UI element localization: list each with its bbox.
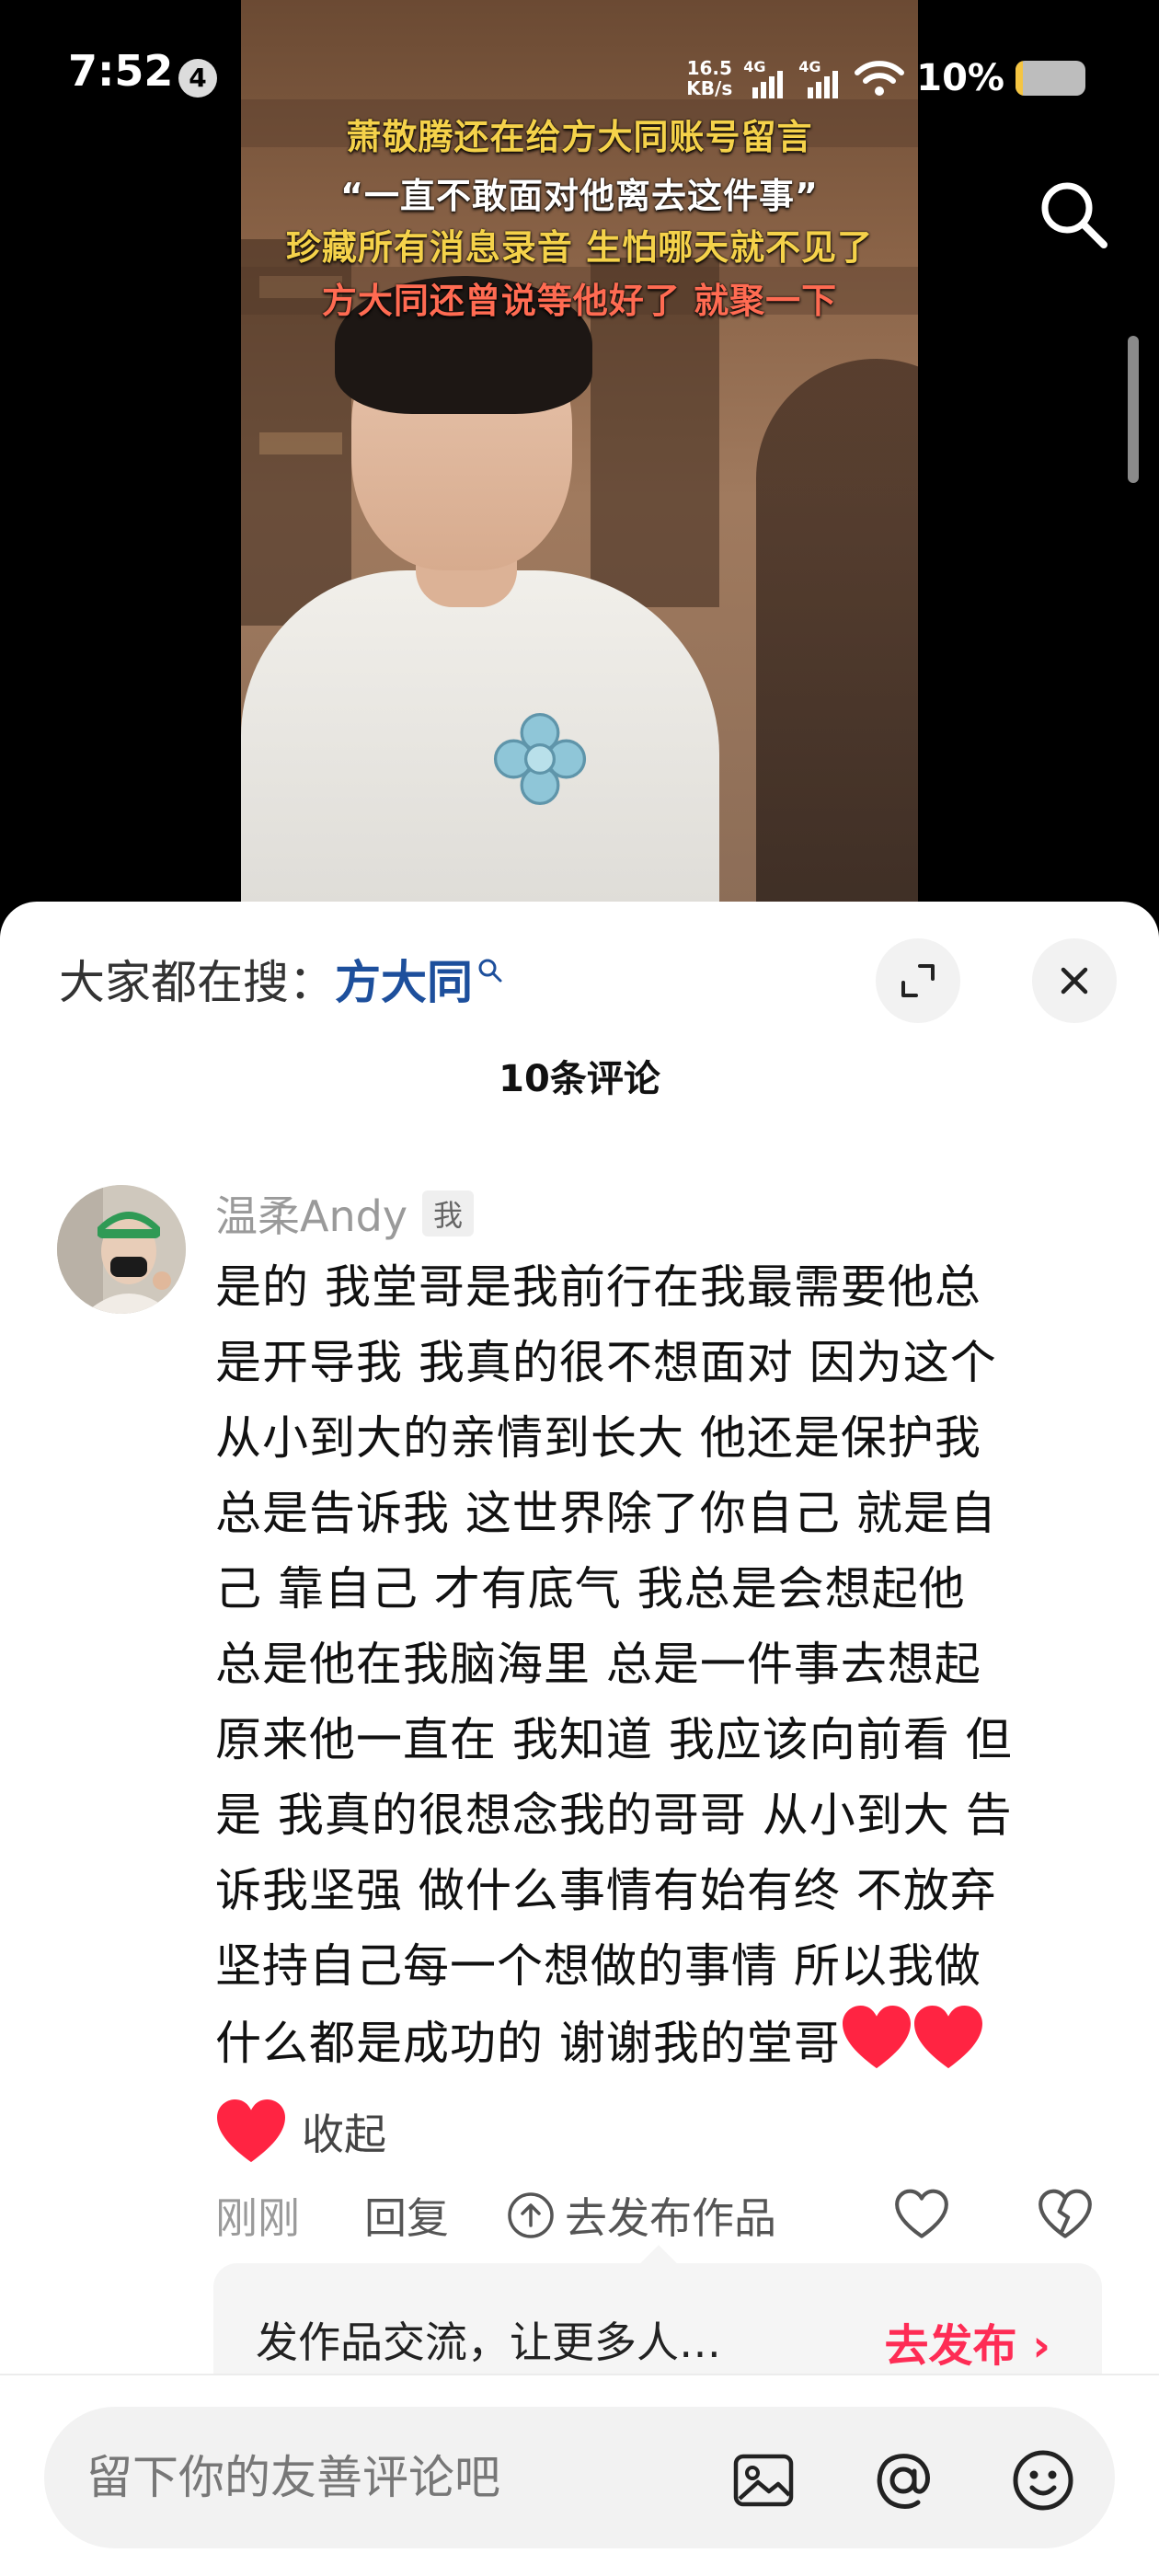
at-icon[interactable] — [868, 2445, 938, 2515]
comment-line: 什么都是成功的 谢谢我的堂哥 — [215, 2017, 841, 2070]
comment-body: 是的 我堂哥是我前行在我最需要他总 是开导我 我真的很不想面对 因为这个 从小到… — [215, 1249, 1107, 2081]
comment-count: 10条评论 — [499, 1058, 660, 1100]
comment-input-bar: 留下你的友善评论吧 — [0, 2374, 1159, 2576]
trending-search[interactable]: 大家都在搜： 方大同 — [59, 946, 504, 1012]
search-icon — [478, 959, 502, 983]
network-type: 4G — [743, 58, 766, 75]
comment-time: 刚刚 — [215, 2193, 300, 2243]
close-button[interactable] — [1032, 938, 1117, 1023]
avatar-image — [57, 1185, 186, 1314]
comment-line: 是 我真的很想念我的哥哥 从小到大 告 — [215, 1788, 1013, 1842]
author-badge: 我 — [422, 1190, 475, 1236]
wifi-icon — [855, 61, 905, 96]
trending-term[interactable]: 方大同 — [335, 946, 473, 1012]
heart-emoji-icon — [217, 2099, 285, 2163]
publish-work-label: 去发布作品 — [565, 2193, 776, 2243]
battery-level — [1016, 61, 1023, 96]
comment-line: 己 靠自己 才有底气 我总是会想起他 — [215, 1562, 966, 1616]
trending-prefix: 大家都在搜： — [59, 956, 335, 1009]
promo-pointer — [640, 2245, 677, 2282]
expand-icon — [901, 964, 935, 997]
signal-icon: 4G — [798, 58, 843, 98]
notification-badge: 4 — [178, 59, 217, 98]
network-speed-value: 16.5 — [686, 57, 732, 79]
video-caption-3: 珍藏所有消息录音 生怕哪天就不见了 — [285, 227, 874, 268]
video-caption-4: 方大同还曾说等他好了 就聚一下 — [321, 281, 838, 321]
video-caption-1: 萧敬腾还在给方大同账号留言 — [346, 117, 813, 157]
status-indicators: 16.5 KB/s 4G 4G 10% — [686, 51, 1085, 106]
battery-icon — [1016, 61, 1085, 96]
comment-line: 总是告诉我 这世界除了你自己 就是自 — [215, 1487, 997, 1540]
collapse-button[interactable]: 收起 — [302, 2101, 386, 2162]
close-icon — [1061, 967, 1088, 995]
progress-indicator — [1128, 336, 1139, 483]
comment-input[interactable]: 留下你的友善评论吧 — [44, 2407, 1115, 2548]
battery-percent: 10% — [916, 57, 1004, 99]
promo-publish-button[interactable]: 去发布 › — [885, 2309, 1051, 2374]
reply-button[interactable]: 回复 — [364, 2185, 449, 2246]
publish-work-button[interactable]: 去发布作品 — [506, 2185, 776, 2246]
interviewer-silhouette — [756, 359, 918, 906]
video-player[interactable]: 萧敬腾还在给方大同账号留言 “一直不敢面对他离去这件事” 珍藏所有消息录音 生怕… — [0, 0, 1159, 920]
comment-line: 从小到大的亲情到长大 他还是保护我 — [215, 1411, 981, 1465]
video-caption-2: “一直不敢面对他离去这件事” — [340, 176, 819, 216]
comment-line: 是开导我 我真的很不想面对 因为这个 — [215, 1336, 997, 1389]
comment-username[interactable]: 温柔Andy 我 — [215, 1183, 475, 1244]
like-icon[interactable] — [892, 2187, 951, 2242]
comment-actions: 刚刚 回复 去发布作品 — [215, 2183, 1135, 2248]
shirt-logo-icon — [493, 712, 587, 806]
comment-line: 诉我坚强 做什么事情有始有终 不放弃 — [215, 1864, 997, 1917]
comment-sheet: 大家都在搜： 方大同 10条评论 温柔Andy 我 是的 我堂哥是我前行在我最需… — [0, 902, 1159, 2576]
upload-icon — [508, 2192, 554, 2238]
dislike-icon[interactable] — [1036, 2187, 1095, 2242]
comment-line: 原来他一直在 我知道 我应该向前看 但 — [215, 1713, 1013, 1766]
person-body — [241, 570, 719, 906]
background-shelf — [259, 432, 342, 454]
username-text: 温柔Andy — [215, 1191, 408, 1241]
collapse-row: 收起 — [215, 2098, 386, 2166]
heart-emoji-icon — [913, 2005, 982, 2069]
promo-text: 发作品交流，让更多人… — [256, 2317, 721, 2367]
network-type: 4G — [798, 58, 821, 75]
comment-line-last: 什么都是成功的 谢谢我的堂哥 — [215, 2004, 1107, 2081]
image-icon[interactable] — [729, 2445, 798, 2515]
network-speed: 16.5 KB/s — [686, 58, 732, 98]
comment-line: 是的 我堂哥是我前行在我最需要他总 — [215, 1260, 981, 1314]
comment-line: 坚持自己每一个想做的事情 所以我做 — [215, 1939, 981, 1993]
expand-button[interactable] — [876, 938, 960, 1023]
search-icon[interactable] — [1034, 175, 1113, 254]
status-time: 7:52 — [68, 46, 174, 96]
comment-line: 总是他在我脑海里 总是一件事去想起 — [215, 1638, 981, 1691]
avatar[interactable] — [57, 1185, 186, 1314]
heart-emoji-icon — [842, 2005, 911, 2069]
emoji-icon[interactable] — [1008, 2445, 1078, 2515]
network-speed-unit: KB/s — [686, 77, 733, 99]
signal-icon: 4G — [743, 58, 787, 98]
